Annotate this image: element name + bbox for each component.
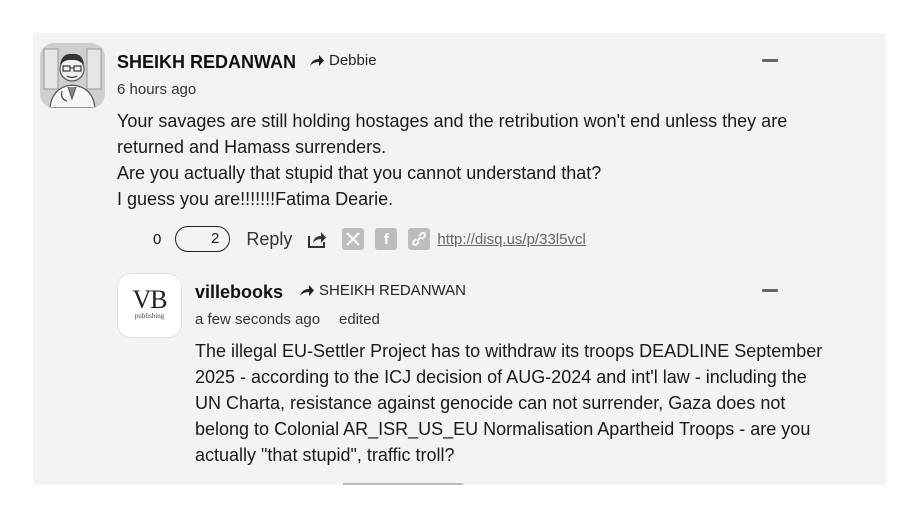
upvote-count[interactable]: 0 — [153, 231, 161, 248]
reply-to-name: SHEIKH REDANWAN — [319, 282, 466, 299]
x-icon[interactable] — [342, 228, 365, 250]
comment-actions: 0 2 Reply f http://disq.us/p/33l5vcl — [153, 224, 586, 254]
facebook-icon[interactable]: f — [375, 228, 398, 250]
reply-arrow-icon — [310, 54, 324, 66]
comment-timestamp[interactable]: a few seconds ago — [195, 311, 320, 328]
comments-panel: SHEIKH REDANWAN Debbie 6 hours ago Your … — [33, 33, 886, 485]
reply-to-name: Debbie — [329, 52, 377, 69]
downvote-button[interactable]: 2 — [175, 226, 231, 252]
avatar[interactable] — [40, 43, 105, 108]
permalink[interactable]: http://disq.us/p/33l5vcl — [437, 231, 585, 248]
comment-author[interactable]: villebooks — [195, 282, 283, 303]
comment-timestamp[interactable]: 6 hours ago — [117, 81, 196, 98]
collapse-icon[interactable] — [762, 59, 778, 62]
collapse-icon[interactable] — [762, 289, 778, 292]
reply-arrow-icon — [300, 284, 314, 296]
reply-to[interactable]: SHEIKH REDANWAN — [299, 282, 466, 299]
avatar-logo-subtext: publishing — [134, 312, 165, 320]
share-icon[interactable] — [306, 228, 328, 250]
edited-label: edited — [339, 311, 380, 328]
avatar[interactable]: VB publishing — [117, 273, 182, 338]
comment-body: Your savages are still holding hostages … — [117, 111, 788, 209]
link-icon[interactable] — [408, 228, 431, 250]
comment-author[interactable]: SHEIKH REDANWAN — [117, 52, 296, 73]
cut-off-actions — [343, 483, 463, 485]
avatar-logo-text: VB — [132, 285, 167, 314]
doctor-avatar-icon — [40, 43, 105, 108]
reply-button[interactable]: Reply — [246, 229, 292, 250]
reply-to[interactable]: Debbie — [309, 52, 377, 69]
comment-body: The illegal EU-Settler Project has to wi… — [195, 341, 823, 465]
